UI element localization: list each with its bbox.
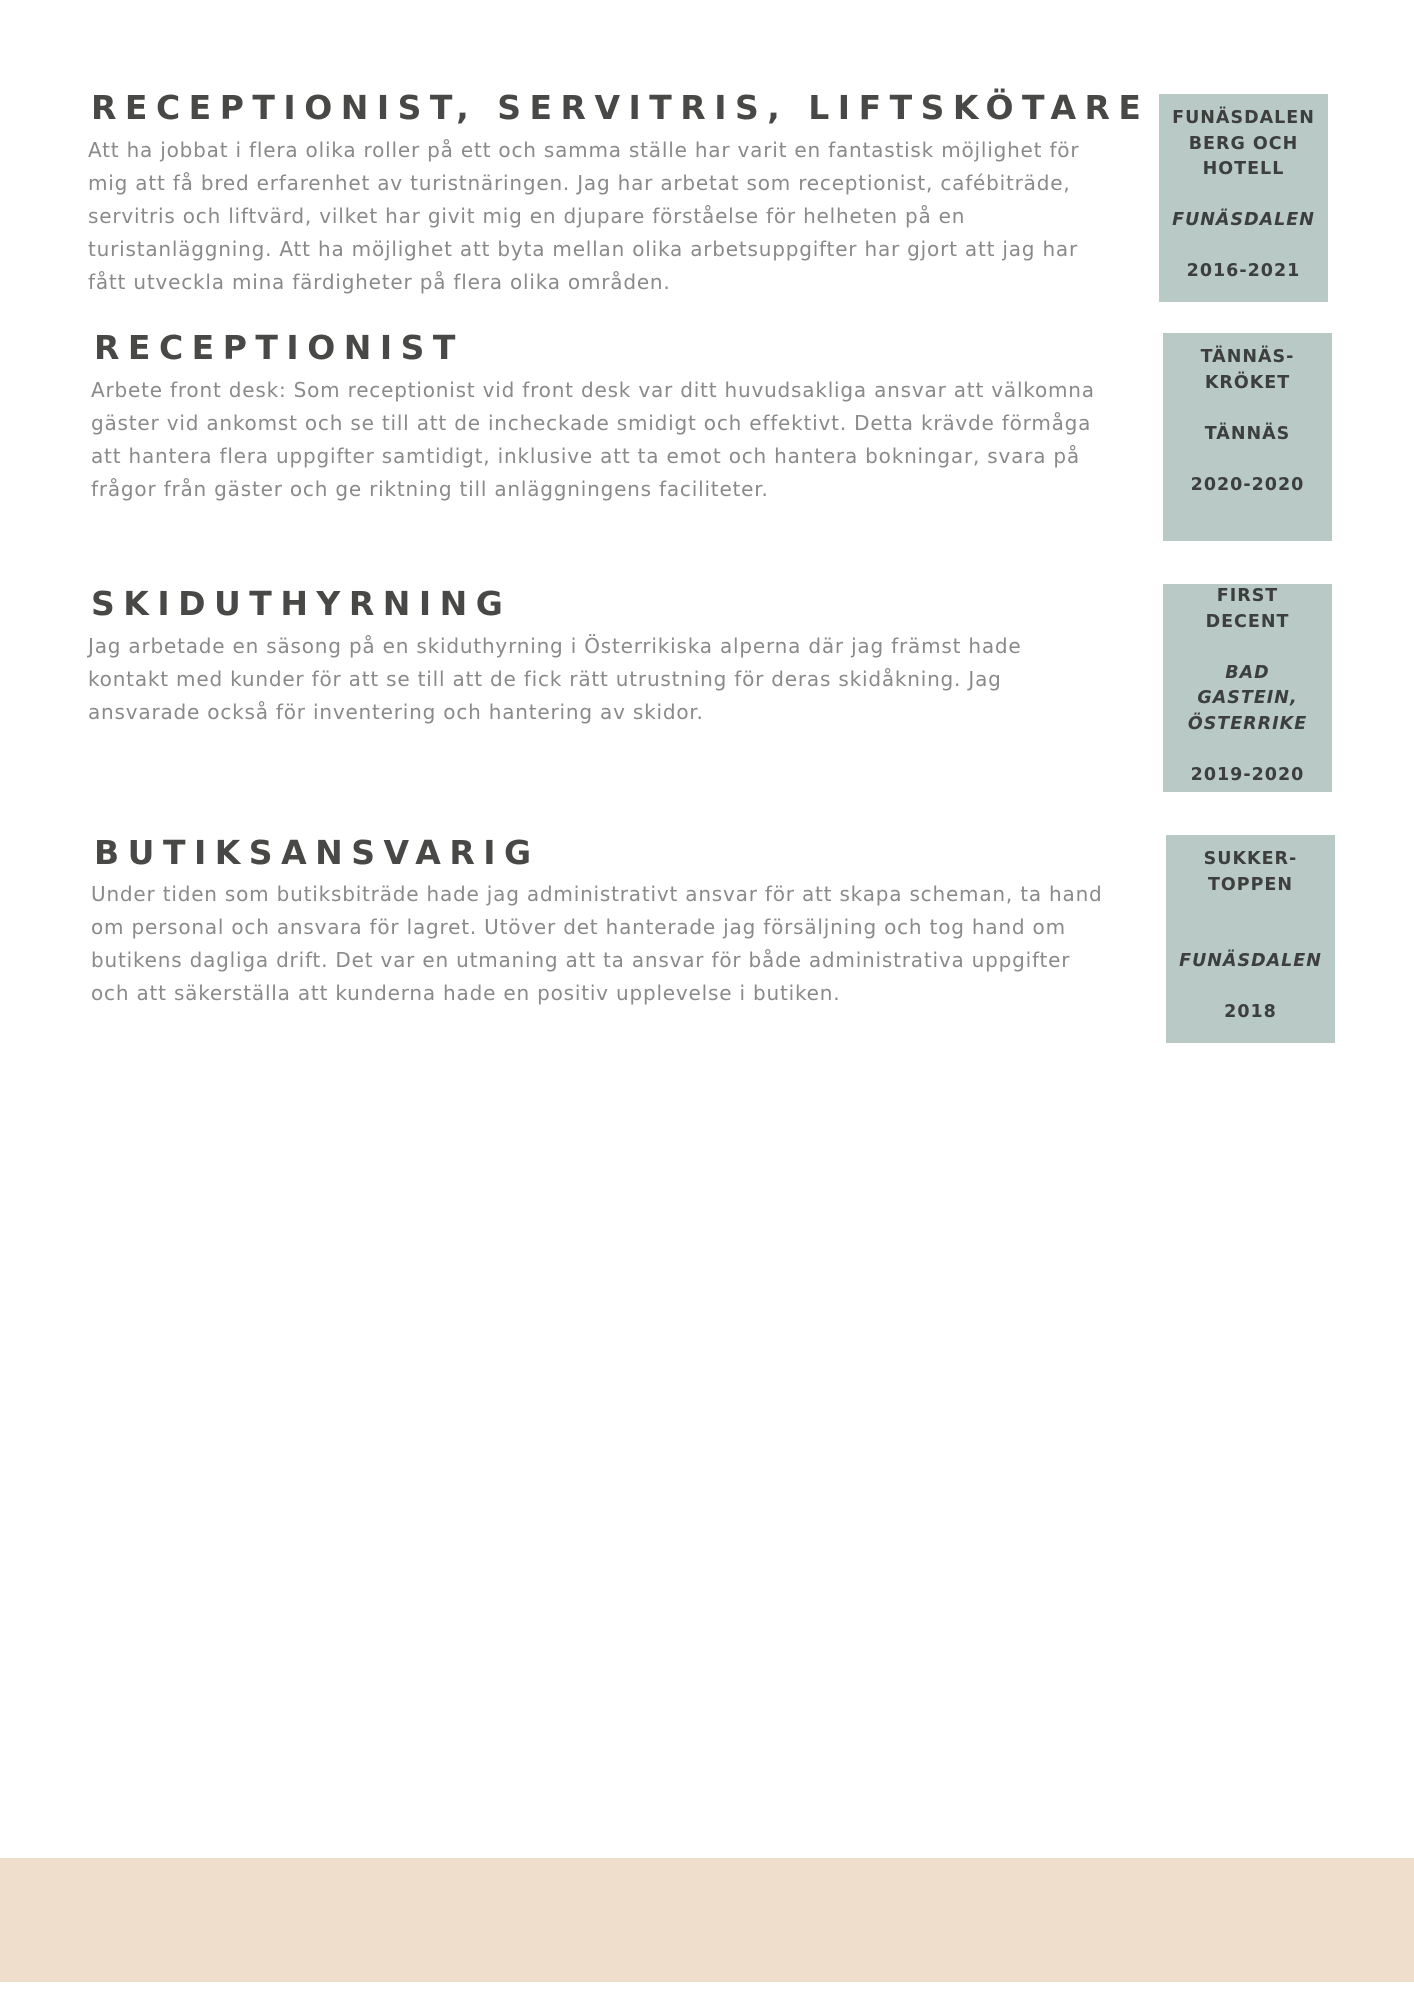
employer-location: FUNÄSDALEN xyxy=(1172,210,1315,230)
employer-name: FUNÄSDALEN xyxy=(1172,108,1315,128)
employer-info-box: TÄNNÄS- KRÖKET TÄNNÄS 2020-2020 xyxy=(1163,333,1332,541)
employer-name: FIRST xyxy=(1216,586,1279,606)
job-description: Under tiden som butiksbiträde hade jag a… xyxy=(91,882,1103,1005)
job-description: Att ha jobbat i flera olika roller på et… xyxy=(88,138,1080,294)
employer-location: BAD xyxy=(1225,662,1270,683)
employer-info-box: FIRST DECENT BAD GASTEIN, ÖSTERRIKE 2019… xyxy=(1163,584,1332,792)
employer-location: TÄNNÄS xyxy=(1204,423,1291,444)
employer-location: GASTEIN, xyxy=(1197,688,1298,708)
employer-name: TÄNNÄS- xyxy=(1200,347,1295,367)
employment-period: 2020-2020 xyxy=(1190,474,1305,495)
employer-location: ÖSTERRIKE xyxy=(1187,713,1308,734)
job-title: RECEPTIONIST, SERVITRIS, LIFTSKÖTARE xyxy=(91,88,1150,127)
employer-location: FUNÄSDALEN xyxy=(1179,951,1322,971)
employer-name: HOTELL xyxy=(1202,159,1285,179)
job-description: Arbete front desk: Som receptionist vid … xyxy=(91,378,1095,501)
employment-period: 2016-2021 xyxy=(1186,261,1301,281)
employment-period: 2019-2020 xyxy=(1190,764,1305,785)
employer-name: SUKKER- xyxy=(1203,849,1298,869)
employer-name: TOPPEN xyxy=(1207,874,1294,895)
employer-info-box: FUNÄSDALEN BERG OCH HOTELL FUNÄSDALEN 20… xyxy=(1159,94,1328,302)
footer-band xyxy=(0,1858,1414,1982)
employment-period: 2018 xyxy=(1224,1002,1277,1022)
employer-name: KRÖKET xyxy=(1204,372,1291,393)
job-title: SKIDUTHYRNING xyxy=(91,584,512,623)
employer-name: DECENT xyxy=(1205,611,1290,632)
job-title: RECEPTIONIST xyxy=(94,328,464,367)
employer-name: BERG OCH xyxy=(1188,133,1299,154)
employer-info-box: SUKKER- TOPPEN FUNÄSDALEN 2018 xyxy=(1166,835,1335,1043)
job-description: Jag arbetade en säsong på en skiduthyrni… xyxy=(88,634,1022,724)
job-title: BUTIKSANSVARIG xyxy=(94,833,540,872)
